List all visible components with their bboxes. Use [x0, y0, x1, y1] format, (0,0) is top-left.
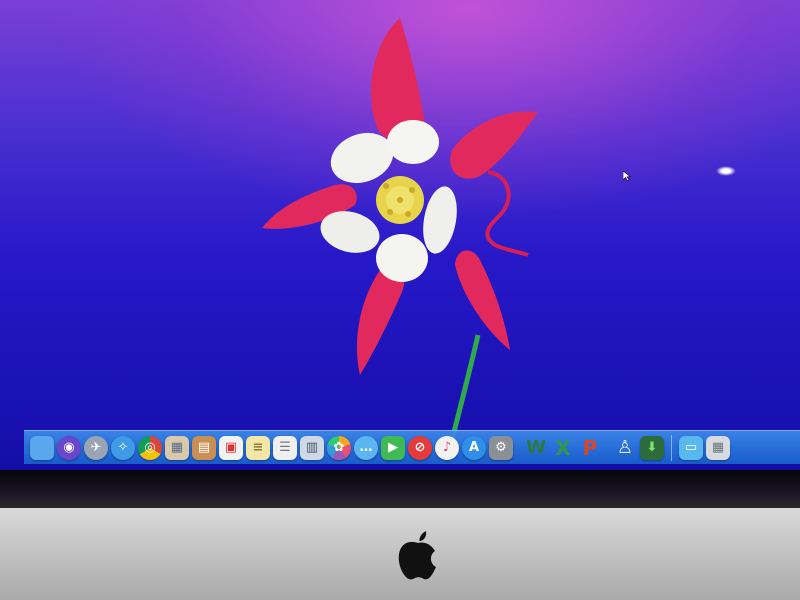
preview-icon[interactable]: ▥ [300, 435, 324, 460]
itunes-icon[interactable]: ♪ [435, 435, 459, 460]
dock-glyph: ♙ [616, 437, 634, 458]
contacts-icon[interactable]: ▤ [192, 435, 216, 460]
dock-glyph: ☰ [279, 440, 291, 455]
mouse-cursor-icon [623, 171, 631, 181]
dock-glyph: ▦ [170, 440, 184, 455]
flower-stem [449, 334, 481, 441]
dock-glyph: A [468, 440, 480, 455]
dock-glyph: ⬇ [646, 440, 658, 455]
dock-glyph: ▶ [388, 440, 398, 455]
dock-glyph: ▤ [197, 440, 211, 455]
dock-separator [671, 434, 672, 461]
petal-right [450, 111, 538, 179]
downloads-icon[interactable]: ⬇ [640, 435, 664, 460]
dock-glyph: ▥ [305, 440, 319, 455]
photo-viewer-icon[interactable]: ▦ [165, 435, 189, 460]
calendar-icon[interactable]: ▣ [219, 435, 243, 460]
dock: ◉ ✈ ✧ ◎ ▦ ▤ ▣ ≡ ☰ ▥ ✿ … ▶ ⊘ ♪ A ⚙ W X P … [24, 430, 800, 464]
finder-icon[interactable] [30, 435, 54, 460]
reminders-icon[interactable]: ☰ [273, 435, 297, 460]
word-icon[interactable]: W [524, 436, 548, 460]
screen-glare [716, 166, 736, 176]
siri-icon[interactable]: ◉ [57, 435, 81, 460]
apple-logo-icon [398, 531, 436, 580]
folder-icon[interactable]: ▭ [679, 435, 703, 460]
petal-bottom-left [356, 267, 405, 375]
system-preferences-icon[interactable]: ⚙ [489, 435, 513, 460]
facetime-icon[interactable]: ▶ [381, 435, 405, 460]
dock-glyph: … [359, 440, 373, 455]
blocked-icon[interactable]: ⊘ [408, 435, 432, 460]
sepal-4 [376, 234, 428, 282]
dock-glyph: W [526, 437, 546, 458]
dock-glyph: ▣ [224, 440, 238, 455]
sepal-5 [423, 186, 457, 254]
dock-glyph: ≡ [252, 440, 264, 455]
dock-glyph: ✈ [90, 440, 102, 455]
dock-glyph: ◎ [144, 440, 156, 455]
dock-glyph: X [555, 435, 571, 460]
dock-glyph: ✿ [333, 440, 345, 455]
dock-glyph: ✧ [117, 440, 129, 455]
notes-icon[interactable]: ≡ [246, 435, 270, 460]
photos-icon[interactable]: ✿ [327, 435, 351, 460]
desktop-screen: ◉ ✈ ✧ ◎ ▦ ▤ ▣ ≡ ☰ ▥ ✿ … ▶ ⊘ ♪ A ⚙ W X P … [0, 0, 800, 470]
app-store-icon[interactable]: A [462, 435, 486, 460]
dock-glyph: ♪ [442, 440, 452, 455]
trash-icon[interactable]: ▦ [706, 435, 730, 460]
powerpoint-icon[interactable]: P [578, 436, 602, 460]
dock-glyph: ▦ [711, 440, 725, 455]
dock-glyph: ◉ [63, 440, 75, 455]
dock-glyph: P [582, 435, 598, 460]
excel-icon[interactable]: X [551, 436, 575, 460]
dock-glyph: ▭ [684, 440, 698, 455]
wallpaper-columbine-flower [262, 18, 538, 441]
safari-icon[interactable]: ✧ [111, 435, 135, 460]
chrome-icon[interactable]: ◎ [138, 435, 162, 460]
petal-bottom-right [455, 250, 510, 350]
dock-glyph: ⊘ [414, 440, 426, 455]
monitor-bezel [0, 470, 800, 508]
launchpad-icon[interactable]: ✈ [84, 435, 108, 460]
messages-icon[interactable]: … [354, 435, 378, 460]
dock-glyph: ⚙ [495, 440, 507, 455]
utility-icon[interactable]: ♙ [613, 436, 637, 460]
sepal-2 [387, 120, 439, 164]
spur-curl [485, 170, 529, 257]
